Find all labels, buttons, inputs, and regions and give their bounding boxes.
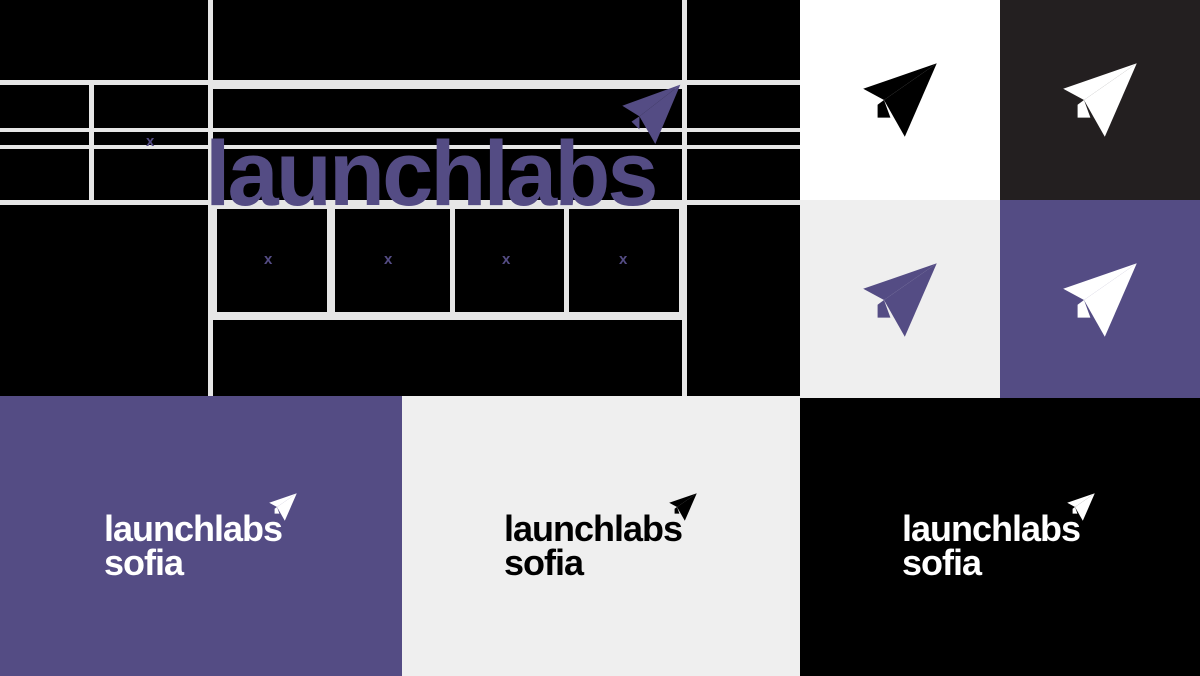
spacing-unit-mark: x: [264, 251, 273, 268]
grid-line: [213, 316, 683, 320]
icon-tile-charcoal: [1000, 0, 1200, 200]
logo-wordmark: launchlabs: [504, 508, 683, 549]
lockup-tile-black: launchlabs sofia: [800, 398, 1200, 676]
logo-city: sofia: [504, 542, 584, 583]
logo-wordmark: launchlabs: [104, 508, 283, 549]
logo-city: sofia: [902, 542, 982, 583]
grid-line: [682, 0, 687, 396]
paper-plane-icon: [860, 60, 940, 140]
spacing-unit-mark: x: [146, 133, 155, 150]
logo-wordmark: launchlabs: [902, 508, 1081, 549]
paper-plane-icon: [668, 492, 698, 522]
spacing-unit-mark: x: [619, 251, 628, 268]
paper-plane-icon: [860, 260, 940, 340]
paper-plane-icon: [1060, 60, 1140, 140]
construction-grid-panel: x x x x x launchlabs: [0, 0, 800, 396]
icon-tile-purple: [1000, 200, 1200, 398]
lockup-tile-light-gray: launchlabs sofia: [402, 396, 800, 676]
grid-line: [89, 84, 94, 202]
logo-wordmark-large: launchlabs: [205, 123, 659, 225]
paper-plane-icon: [614, 82, 686, 148]
paper-plane-icon: [1060, 260, 1140, 340]
icon-tile-white: [800, 0, 1000, 200]
grid-line: [213, 85, 683, 89]
lockup-tile-purple: launchlabs sofia: [0, 396, 402, 676]
paper-plane-icon: [1066, 492, 1096, 522]
paper-plane-icon: [268, 492, 298, 522]
logo-city: sofia: [104, 542, 184, 583]
logo-lockup: launchlabs sofia: [504, 508, 683, 583]
spacing-unit-mark: x: [502, 251, 511, 268]
logo-lockup: launchlabs sofia: [104, 508, 283, 583]
spacing-unit-mark: x: [384, 251, 393, 268]
logo-lockup: launchlabs sofia: [902, 508, 1081, 583]
icon-tile-light-gray: [800, 200, 1000, 398]
